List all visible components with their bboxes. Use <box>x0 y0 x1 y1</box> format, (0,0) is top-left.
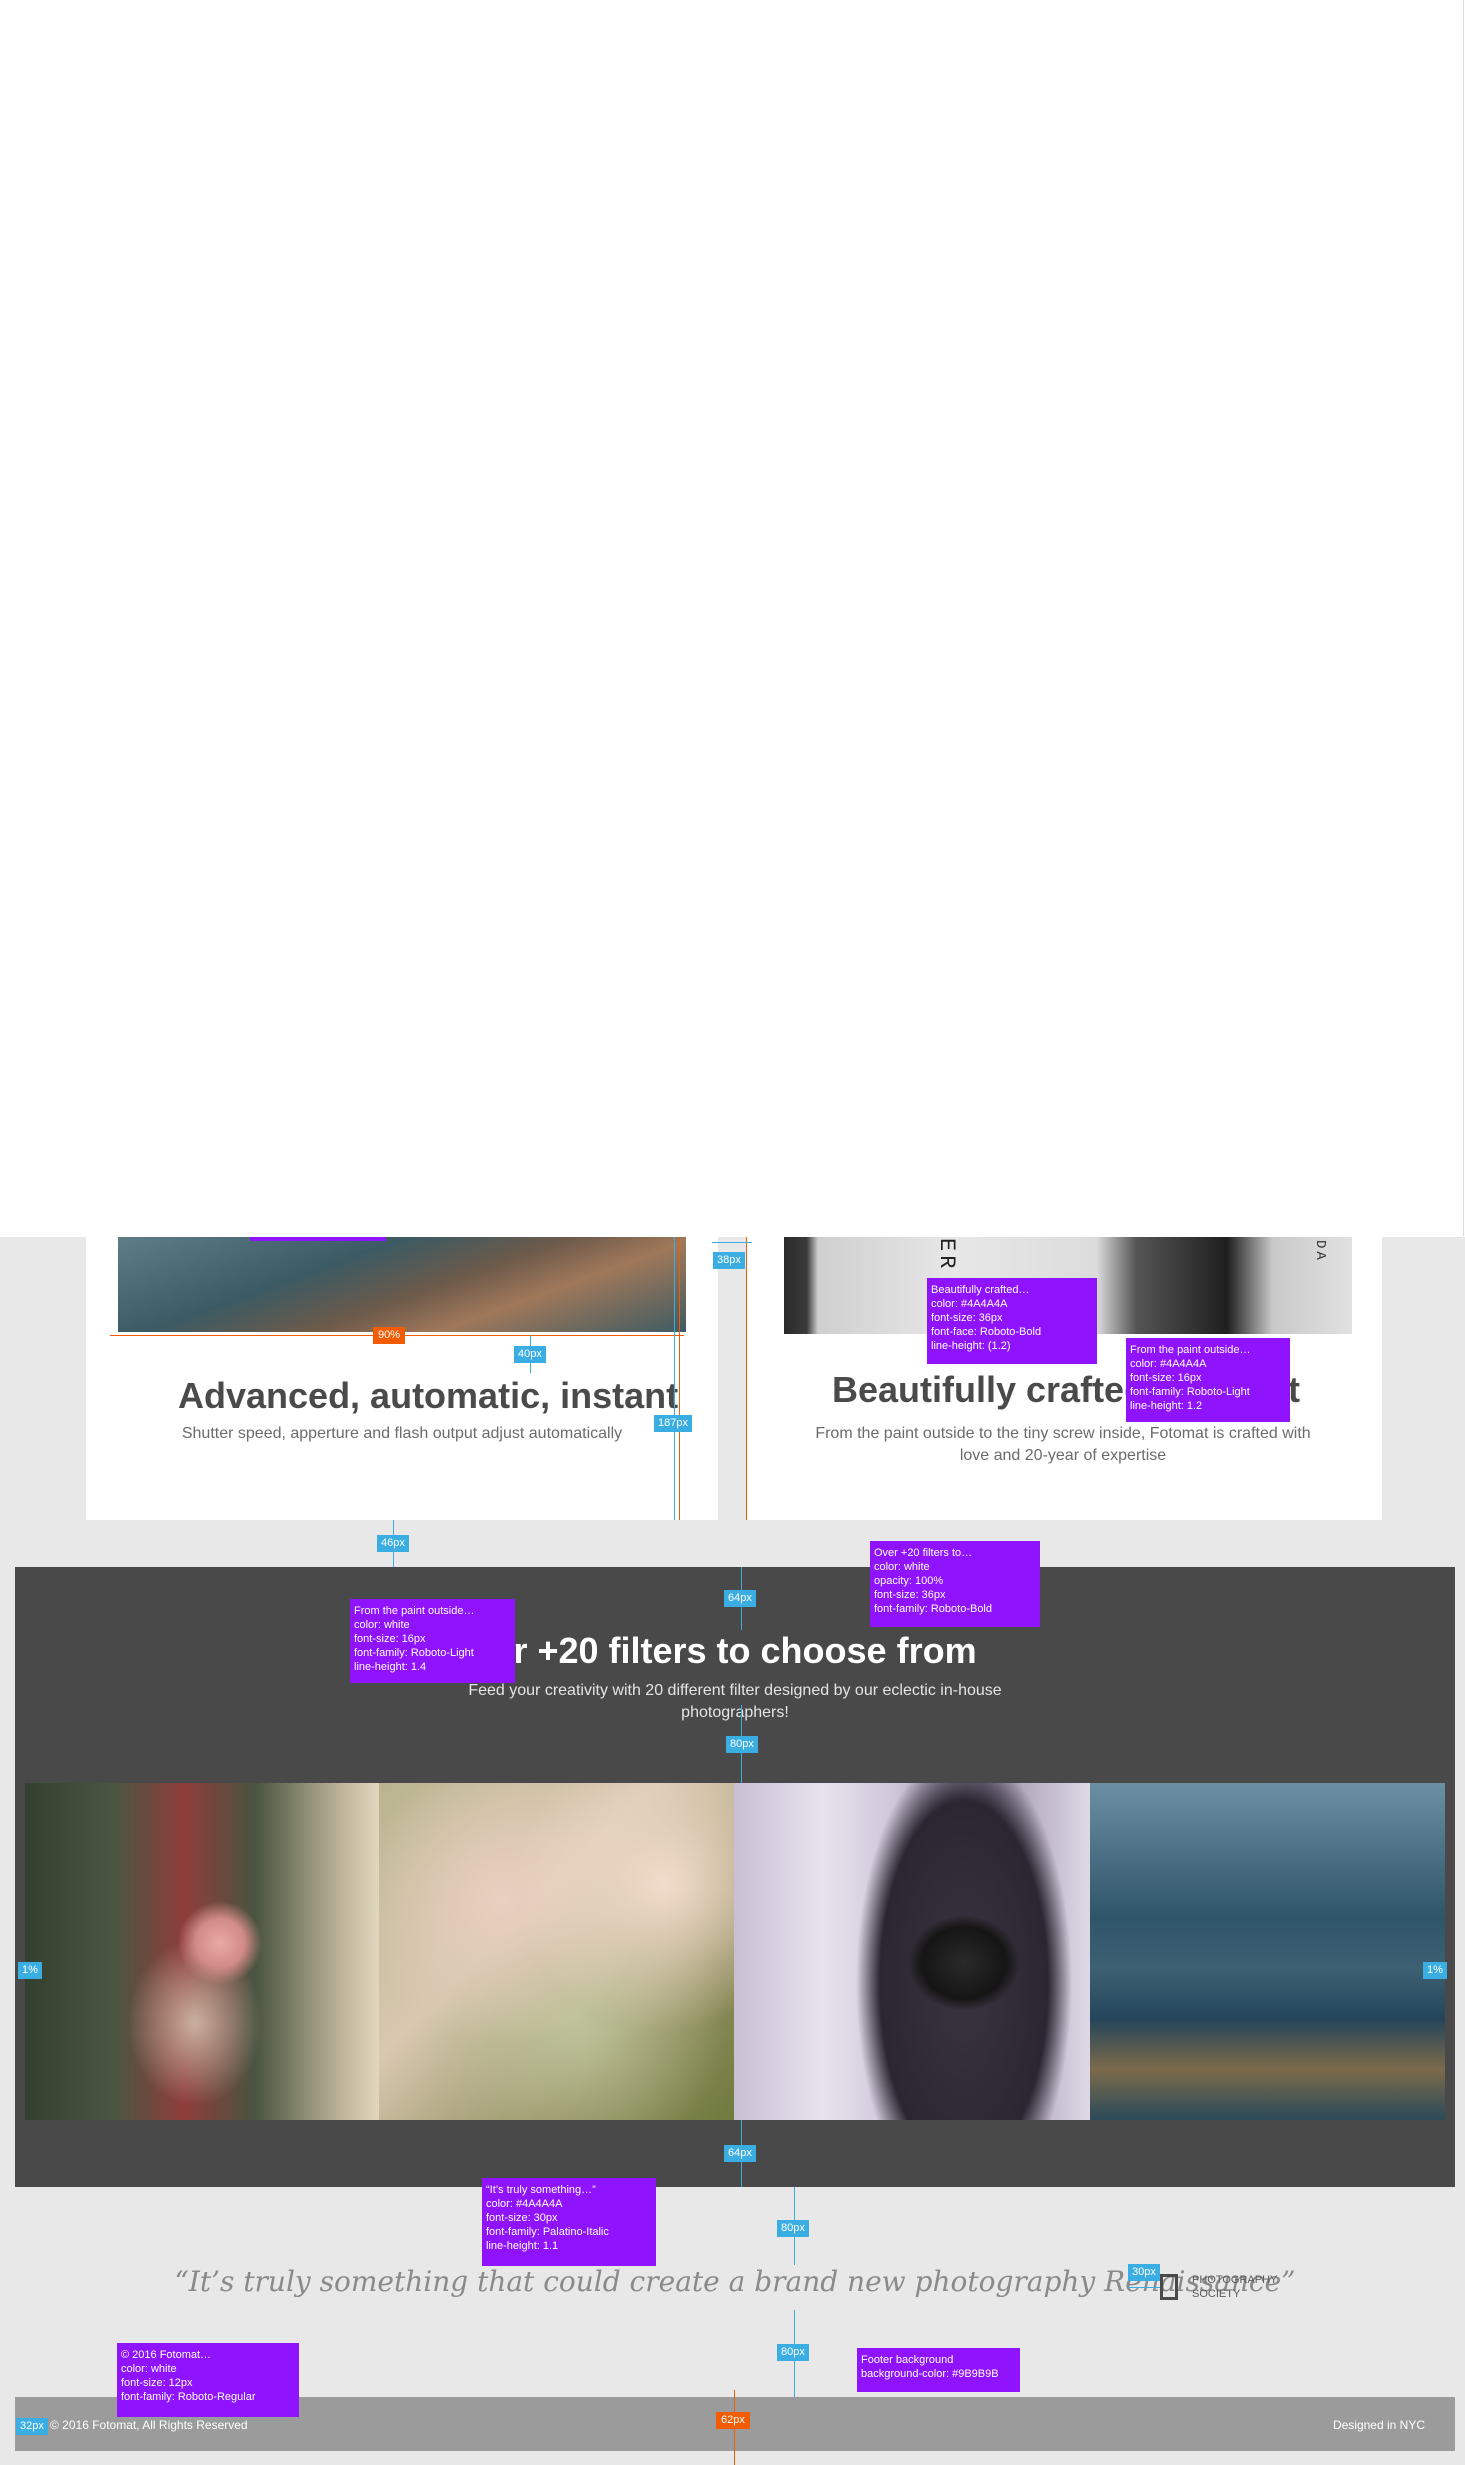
card-gap-guide <box>746 1237 747 1520</box>
note-line: font-size: 16px <box>354 1633 426 1645</box>
filter-photo-camera[interactable] <box>734 1783 1090 2120</box>
note-line: font-size: 36px <box>931 1312 1003 1324</box>
filter-photo-rose[interactable] <box>25 1783 379 2120</box>
feature-title-crafted: Beautifully crafted <box>832 1369 1147 1410</box>
note-line: Over +20 filters to… <box>874 1547 973 1559</box>
filters-title: er +20 filters to choose from <box>493 1630 977 1671</box>
note-line: line-height: (1.2) <box>931 1340 1011 1352</box>
filter-photo-blossoms[interactable] <box>379 1783 734 2120</box>
space-80-tag: 80px <box>726 1736 758 1753</box>
space-30-tag: 30px <box>1128 2264 1160 2281</box>
note-line: Footer background <box>861 2354 954 2366</box>
note-line: font-family: Roboto-Light <box>354 1647 474 1659</box>
spec-note-crafted-body: From the paint outside… color: #4A4A4A f… <box>1126 1338 1290 1422</box>
footer-copyright: © 2016 Fotomat, All Rights Reserved <box>50 2418 248 2432</box>
image-lettering-small: DA <box>1312 1240 1328 1263</box>
spec-note-footer-background: Footer background background-color: #9B9… <box>857 2348 1020 2392</box>
note-line: font-family: Palatino-Italic <box>486 2226 609 2238</box>
spec-note-quote: “It’s truly something…” color: #4A4A4A f… <box>482 2178 656 2266</box>
note-line: color: white <box>121 2363 177 2375</box>
note-line: line-height: 1.4 <box>354 1661 427 1673</box>
annotation-note-fragment <box>250 1237 386 1241</box>
logo-line-2: SOCIETY <box>1192 2288 1241 2301</box>
space-40-tag: 40px <box>514 1346 546 1363</box>
note-line: color: #4A4A4A <box>931 1298 1008 1310</box>
note-line: From the paint outside… <box>354 1605 475 1617</box>
space-46-tag: 46px <box>377 1535 409 1552</box>
gap-38-guide <box>712 1242 752 1243</box>
note-line: “It’s truly something…” <box>486 2184 596 2196</box>
note-line: background-color: #9B9B9B <box>861 2368 999 2380</box>
gap-38-tag: 38px <box>713 1252 745 1269</box>
space-64-bottom-tag: 64px <box>724 2145 756 2162</box>
note-line: font-size: 30px <box>486 2212 558 2224</box>
note-line: color: #4A4A4A <box>1130 1358 1207 1370</box>
note-line: font-family: Roboto-Bold <box>874 1603 992 1615</box>
image-lettering: ER <box>934 1238 959 1273</box>
space-30-guide <box>1128 2287 1160 2288</box>
note-line: opacity: 100% <box>874 1575 944 1587</box>
margin-1pct-left-tag: 1% <box>18 1962 42 1979</box>
card-edge-guide <box>679 1237 680 1520</box>
note-line: font-family: Roboto-Regular <box>121 2391 256 2403</box>
note-line: line-height: 1.2 <box>1130 1400 1203 1412</box>
photography-society-logo-icon <box>1160 2274 1178 2300</box>
spec-note-crafted-title: Beautifully crafted… color: #4A4A4A font… <box>927 1278 1097 1364</box>
spec-note-filters-title: Over +20 filters to… color: white opacit… <box>870 1541 1040 1627</box>
footer-credit: Designed in NYC <box>1332 2418 1425 2432</box>
note-line: font-size: 12px <box>121 2377 193 2389</box>
footer-62-tag: 62px <box>716 2412 750 2429</box>
feature-image-hand <box>118 1237 686 1332</box>
note-line: From the paint outside… <box>1130 1344 1251 1356</box>
filter-photo-mountains[interactable] <box>1090 1783 1445 2120</box>
space-80-quote-top-tag: 80px <box>777 2220 809 2237</box>
blank-page-area <box>0 0 1464 1236</box>
margin-1pct-right-tag: 1% <box>1423 1962 1447 1979</box>
note-line: color: white <box>354 1619 410 1631</box>
width-90-tag: 90% <box>373 1327 406 1344</box>
spec-note-filters-subtitle: From the paint outside… color: white fon… <box>350 1599 515 1683</box>
feature-body-crafted: From the paint outside to the tiny screw… <box>815 1425 1311 1465</box>
note-line: font-size: 16px <box>1130 1372 1202 1384</box>
note-line: color: #4A4A4A <box>486 2198 563 2210</box>
space-80-quote-bottom-tag: 80px <box>777 2344 809 2361</box>
footer-padding-32-tag: 32px <box>16 2418 48 2435</box>
feature-title-automatic: Advanced, automatic, instant <box>178 1375 679 1416</box>
filters-subtitle: Feed your creativity with 20 different f… <box>468 1682 1002 1722</box>
note-line: font-size: 36px <box>874 1589 946 1601</box>
spec-note-copyright: © 2016 Fotomat… color: white font-size: … <box>117 2343 299 2417</box>
space-187-guide <box>674 1237 675 1520</box>
note-line: font-family: Roboto-Light <box>1130 1386 1250 1398</box>
feature-body-automatic: Shutter speed, apperture and flash outpu… <box>181 1425 623 1442</box>
photography-society-logo-text: PHOTOGRAPHY SOCIETY <box>1192 2273 1277 2302</box>
note-line: color: white <box>874 1561 930 1573</box>
space-187-tag: 187px <box>654 1415 692 1432</box>
note-line: Beautifully crafted… <box>931 1284 1030 1296</box>
logo-line-1: PHOTOGRAPHY <box>1192 2274 1278 2286</box>
note-line: line-height: 1.1 <box>486 2240 559 2252</box>
note-line: © 2016 Fotomat… <box>121 2349 212 2361</box>
note-line: font-face: Roboto-Bold <box>931 1326 1042 1338</box>
space-64-top-tag: 64px <box>724 1590 756 1607</box>
